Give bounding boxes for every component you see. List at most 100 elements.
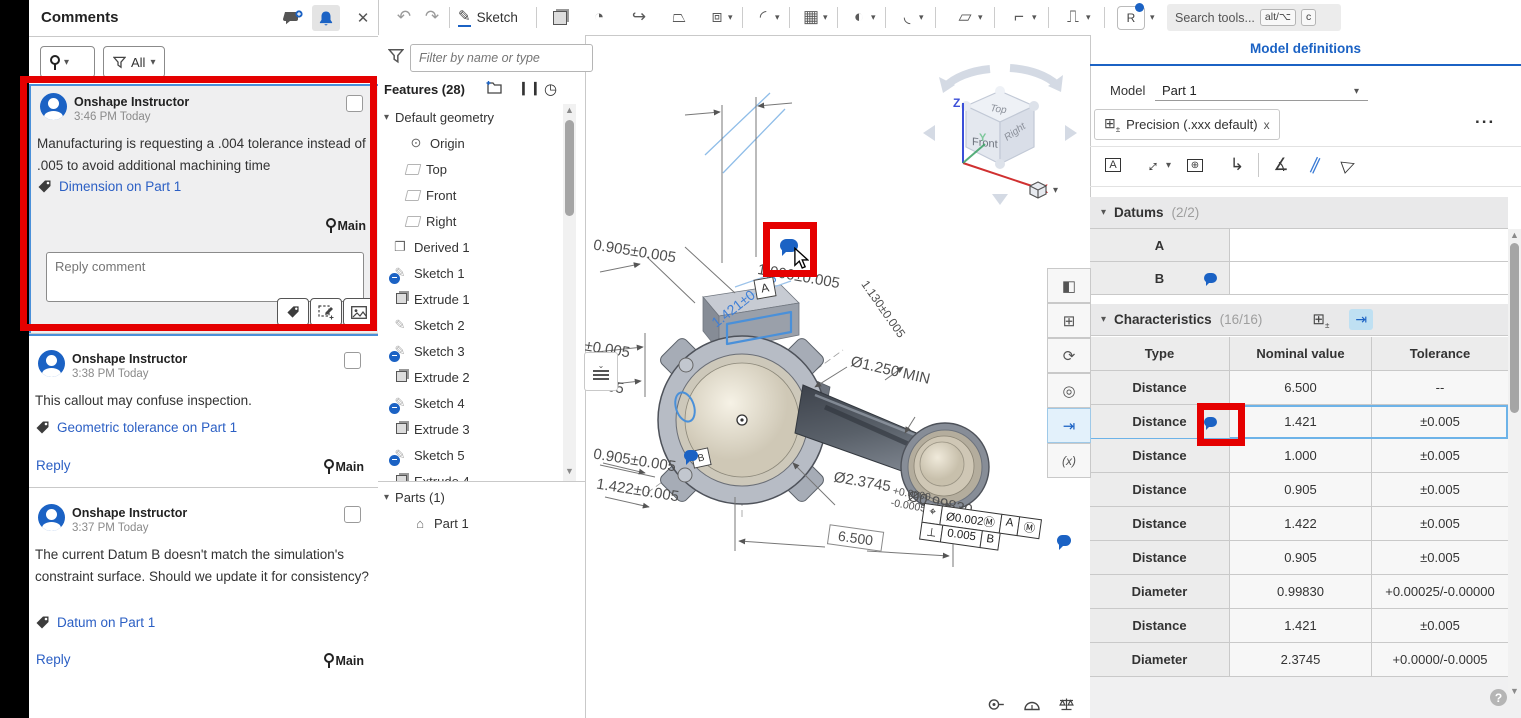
export-definitions-button[interactable]: ⇥ <box>1047 408 1091 443</box>
feature-item-sketch-1[interactable]: ✎– Sketch 1 <box>392 260 465 286</box>
characteristic-row[interactable]: Distance 1.421 ±0.005 <box>1090 609 1508 643</box>
variables-button[interactable]: (x) <box>1047 443 1091 478</box>
pattern-icon[interactable]: ▦ <box>798 3 824 31</box>
feature-item-extrude-2[interactable]: Extrude 2 <box>392 364 470 390</box>
feature-item-sketch-2[interactable]: ✎ Sketch 2 <box>392 312 465 338</box>
datums-section-header[interactable]: ▾ Datums (2/2) <box>1090 197 1508 229</box>
export-characteristics-icon[interactable]: ⇥ <box>1349 309 1373 330</box>
chevron-down-icon[interactable]: ▾ <box>919 12 924 23</box>
feature-item-sketch-4[interactable]: ✎– Sketch 4 <box>392 390 465 416</box>
chevron-down-icon[interactable]: ▾ <box>1354 86 1359 97</box>
chip-remove-icon[interactable]: x <box>1264 118 1270 132</box>
comment-bubble-icon[interactable] <box>1204 273 1217 283</box>
feature-item-sketch-5[interactable]: ✎– Sketch 5 <box>392 442 465 468</box>
loft-icon[interactable]: ⏢ <box>666 3 692 31</box>
feature-item-extrude-1[interactable]: Extrude 1 <box>392 286 470 312</box>
model-select-value[interactable]: Part 1 <box>1162 83 1197 98</box>
tape-measure-icon[interactable] <box>985 695 1007 713</box>
chevron-down-icon[interactable]: ▾ <box>1032 12 1037 23</box>
scrollbar-thumb[interactable] <box>565 120 574 216</box>
characteristic-row[interactable]: Diameter 0.99830 +0.00025/-0.00000 <box>1090 575 1508 609</box>
chevron-down-icon[interactable]: ▾ <box>823 12 828 23</box>
scrollbar-thumb[interactable] <box>1510 243 1519 413</box>
chevron-down-icon[interactable]: ▾ <box>775 12 780 23</box>
chevron-down-icon[interactable]: ▾ <box>1086 12 1091 23</box>
characteristic-row[interactable]: Distance 0.905 ±0.005 <box>1090 473 1508 507</box>
funnel-icon[interactable] <box>388 48 404 64</box>
appearance-panel-button[interactable]: ◧ <box>1047 268 1091 303</box>
feature-item-front-plane[interactable]: Front <box>406 182 456 208</box>
chevron-down-icon[interactable]: ▾ <box>1166 160 1171 171</box>
feature-item-right-plane[interactable]: Right <box>406 208 456 234</box>
comment-bubble-icon[interactable] <box>1057 535 1071 546</box>
feature-item-extrude-3[interactable]: Extrude 3 <box>392 416 470 442</box>
parts-section[interactable]: ▾ Parts (1) <box>384 484 445 510</box>
notifications-icon[interactable] <box>312 5 340 31</box>
characteristics-section-header[interactable]: ▾ Characteristics (16/16) ⊞± ⇥ <box>1090 304 1508 336</box>
datum-a-cell[interactable]: A <box>1090 229 1230 261</box>
more-options-button[interactable]: ... <box>1475 108 1495 128</box>
suppress-pause-icon[interactable]: ❙❙ <box>518 80 542 96</box>
scroll-down-arrow[interactable]: ▼ <box>1510 686 1519 696</box>
feature-item-default-geometry[interactable]: ▾ Default geometry <box>384 104 494 130</box>
tag-link[interactable]: Geometric tolerance on Part 1 <box>57 420 237 435</box>
fillet-icon[interactable]: ◜ <box>750 3 776 31</box>
comments-filter-dropdown[interactable]: All ▾ <box>103 46 165 78</box>
boolean-icon[interactable]: ◐ <box>846 3 872 31</box>
chevron-down-icon[interactable]: ▾ <box>1101 314 1106 325</box>
reply-link[interactable]: Reply <box>36 652 71 667</box>
sketch-button[interactable]: ✎ Sketch <box>458 3 518 31</box>
help-icon[interactable]: ? <box>1490 689 1507 706</box>
feature-item-extrude-4[interactable]: Extrude 4 <box>392 468 470 481</box>
part-item-part-1[interactable]: ⌂ Part 1 <box>412 510 469 536</box>
model-capture-button[interactable]: ◎ <box>1047 373 1091 408</box>
chevron-down-icon[interactable]: ▾ <box>978 12 983 23</box>
selection-list-button[interactable]: ⌄ <box>584 352 618 391</box>
revolve-icon[interactable]: ◔ <box>586 3 612 31</box>
protractor-icon[interactable] <box>1021 695 1043 713</box>
redo-icon[interactable]: ↷ <box>419 3 445 31</box>
add-comment-icon[interactable] <box>279 5 307 31</box>
feature-item-origin[interactable]: ⊙ Origin <box>408 130 465 156</box>
datum-b-cell[interactable]: B <box>1090 262 1230 294</box>
model-orientation-button[interactable]: ⟳ <box>1047 338 1091 373</box>
geometric-tolerance-tool-icon[interactable]: ⊕ <box>1180 150 1210 180</box>
scroll-down-arrow[interactable]: ▼ <box>565 466 574 476</box>
rib-icon[interactable]: ⌐ <box>1006 3 1032 31</box>
reply-link[interactable]: Reply <box>36 458 71 473</box>
mass-properties-icon[interactable] <box>1055 695 1077 713</box>
modify-fillet-icon[interactable]: ◟ <box>894 3 920 31</box>
feature-item-sketch-3[interactable]: ✎– Sketch 3 <box>392 338 465 364</box>
feature-item-derived-1[interactable]: ❐ Derived 1 <box>392 234 470 260</box>
datum-row-b[interactable]: B <box>1090 262 1508 295</box>
scroll-up-arrow[interactable]: ▲ <box>565 105 574 115</box>
sheet-metal-icon[interactable]: ⎍ <box>1060 3 1086 31</box>
datum-tool-icon[interactable]: A <box>1098 150 1128 180</box>
characteristic-row[interactable]: Distance 1.422 ±0.005 <box>1090 507 1508 541</box>
resolve-checkbox[interactable] <box>344 352 361 369</box>
chevron-down-icon[interactable]: ▾ <box>384 492 389 503</box>
callout-tool-icon[interactable]: ↳ <box>1222 150 1252 180</box>
feature-item-top-plane[interactable]: Top <box>406 156 447 182</box>
search-tools-input[interactable]: Search tools... alt/⌥ c <box>1167 4 1341 31</box>
scroll-up-arrow[interactable]: ▲ <box>1510 230 1519 240</box>
resolve-checkbox[interactable] <box>344 506 361 523</box>
characteristic-row[interactable]: Diameter 2.3745 +0.0000/-0.0005 <box>1090 643 1508 677</box>
datum-row-a[interactable]: A <box>1090 229 1508 262</box>
precision-icon[interactable]: ⊞± <box>1312 310 1329 330</box>
characteristic-row-selected[interactable]: Distance 1.421 ±0.005 <box>1090 405 1508 439</box>
plane-icon[interactable]: ▱ <box>952 3 978 31</box>
datum-a-label[interactable]: A <box>753 276 776 299</box>
chevron-down-icon[interactable]: ▾ <box>728 12 733 23</box>
characteristic-row[interactable]: Distance 0.905 ±0.005 <box>1090 541 1508 575</box>
intersection-dimension-icon[interactable]: ∡ <box>1266 150 1296 180</box>
rollback-icon[interactable]: ◷ <box>544 80 557 98</box>
chevron-down-icon[interactable]: ▾ <box>871 12 876 23</box>
close-icon[interactable]: ✕ <box>349 5 377 31</box>
sweep-icon[interactable]: ↪ <box>626 3 652 31</box>
thicken-icon[interactable]: ⧈ <box>704 3 730 31</box>
new-folder-icon[interactable] <box>484 79 503 100</box>
tag-link[interactable]: Datum on Part 1 <box>57 615 155 630</box>
location-filter-dropdown[interactable]: ▾ <box>40 46 95 78</box>
model-table-button[interactable]: ⊞ <box>1047 303 1091 338</box>
